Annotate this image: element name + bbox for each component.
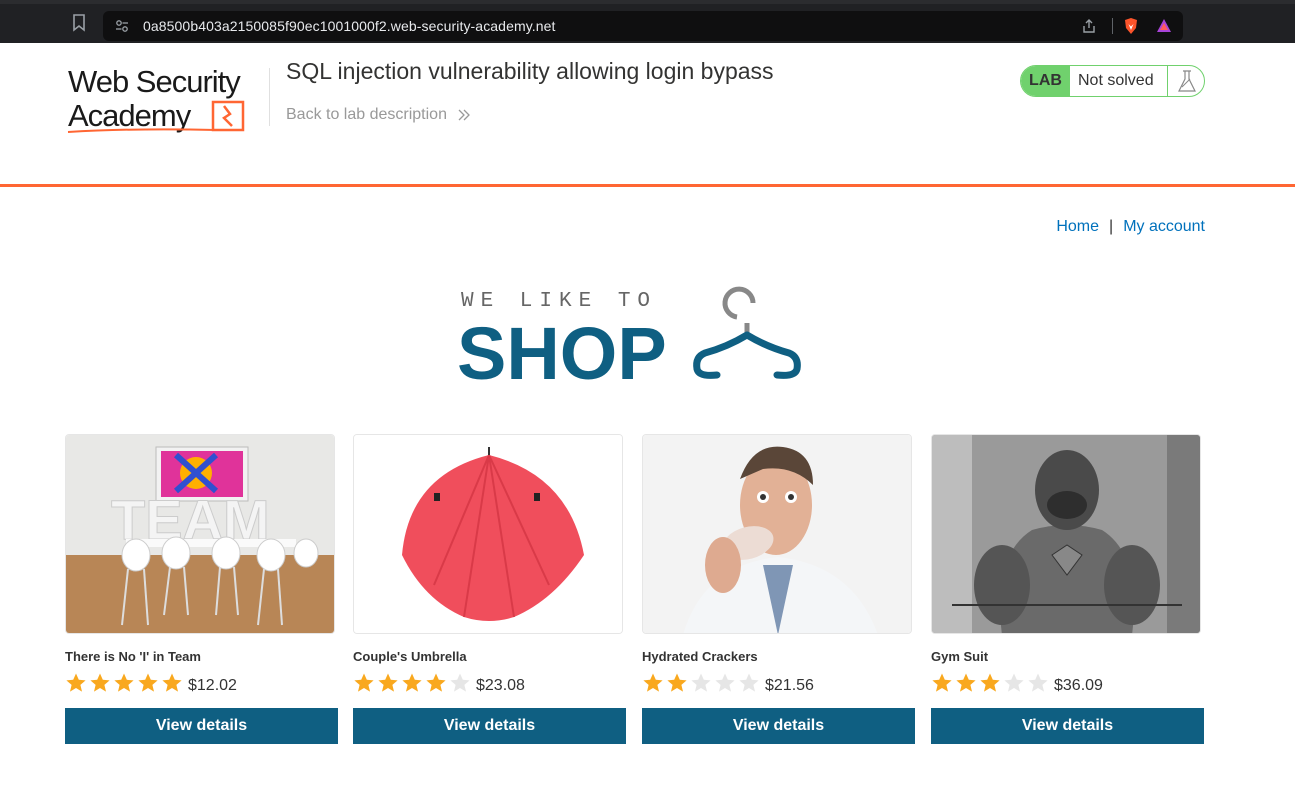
browser-toolbar: 0a8500b403a2150085f90ec1001000f2.web-sec… xyxy=(0,0,1295,43)
back-link-label: Back to lab description xyxy=(286,106,447,123)
logo-divider xyxy=(269,68,270,126)
product-name: Couple's Umbrella xyxy=(353,649,467,664)
logo-line2: Academy xyxy=(68,98,192,133)
product-image xyxy=(642,434,912,634)
view-details-button[interactable]: View details xyxy=(642,708,915,744)
site-settings-icon[interactable] xyxy=(115,19,129,33)
share-icon[interactable] xyxy=(1081,18,1097,34)
banner-word: SHOP xyxy=(457,312,667,385)
star-filled-icon xyxy=(114,673,134,692)
product-rating-row: $36.09 xyxy=(931,669,1204,697)
header-divider xyxy=(0,184,1295,187)
product-rating-row: $21.56 xyxy=(642,669,915,697)
brave-rewards-icon[interactable] xyxy=(1155,17,1173,35)
double-chevron-right-icon xyxy=(458,109,471,121)
star-filled-icon xyxy=(426,673,446,692)
lab-tag: LAB xyxy=(1021,66,1070,96)
flask-icon-box xyxy=(1167,66,1204,96)
brave-shields-icon[interactable] xyxy=(1122,17,1140,35)
star-filled-icon xyxy=(402,673,422,692)
product-name: Gym Suit xyxy=(931,649,989,664)
star-rating xyxy=(931,672,1051,694)
star-empty-icon xyxy=(1028,673,1048,692)
product-card: TEAM There is No 'I' in Team $12.02 View… xyxy=(65,434,338,744)
star-rating xyxy=(642,672,762,694)
bookmark-icon[interactable] xyxy=(72,14,86,32)
nav-my-account-link[interactable]: My account xyxy=(1123,218,1205,235)
address-bar[interactable]: 0a8500b403a2150085f90ec1001000f2.web-sec… xyxy=(103,11,1183,41)
logo-line1: Web Security xyxy=(68,64,241,99)
star-filled-icon xyxy=(138,673,158,692)
product-card: Gym Suit $36.09 View details xyxy=(931,434,1204,744)
star-empty-icon xyxy=(739,673,759,692)
banner-tagline: WE LIKE TO xyxy=(461,290,657,313)
top-nav: Home | My account xyxy=(1056,218,1205,236)
product-image xyxy=(353,434,623,634)
nav-separator: | xyxy=(1109,218,1114,235)
product-image: TEAM xyxy=(65,434,335,634)
star-empty-icon xyxy=(450,673,470,692)
lab-status-text: Not solved xyxy=(1078,72,1154,89)
star-rating xyxy=(65,672,185,694)
lab-title: SQL injection vulnerability allowing log… xyxy=(286,58,774,84)
star-filled-icon xyxy=(162,673,182,692)
product-card: Couple's Umbrella $23.08 View details xyxy=(353,434,626,744)
product-price: $36.09 xyxy=(1054,676,1103,694)
flask-icon xyxy=(1178,70,1196,92)
star-filled-icon xyxy=(378,673,398,692)
star-empty-icon xyxy=(691,673,711,692)
star-filled-icon xyxy=(932,673,952,692)
product-price: $21.56 xyxy=(765,676,814,694)
star-rating xyxy=(353,672,473,694)
product-rating-row: $23.08 xyxy=(353,669,626,697)
star-filled-icon xyxy=(980,673,1000,692)
product-rating-row: $12.02 xyxy=(65,669,338,697)
star-empty-icon xyxy=(715,673,735,692)
product-price: $12.02 xyxy=(188,676,237,694)
view-details-button[interactable]: View details xyxy=(353,708,626,744)
star-empty-icon xyxy=(1004,673,1024,692)
view-details-button[interactable]: View details xyxy=(65,708,338,744)
web-security-academy-logo[interactable]: Web Security Academy xyxy=(66,64,271,136)
star-filled-icon xyxy=(90,673,110,692)
product-price: $23.08 xyxy=(476,676,525,694)
product-name: There is No 'I' in Team xyxy=(65,649,201,664)
product-name: Hydrated Crackers xyxy=(642,649,758,664)
product-card: Hydrated Crackers $21.56 View details xyxy=(642,434,915,744)
star-filled-icon xyxy=(354,673,374,692)
lab-status-badge: LAB Not solved xyxy=(1020,65,1205,97)
url-text: 0a8500b403a2150085f90ec1001000f2.web-sec… xyxy=(143,18,556,34)
we-like-to-shop-banner: WE LIKE TO SHOP xyxy=(457,286,801,385)
view-details-button[interactable]: View details xyxy=(931,708,1204,744)
star-filled-icon xyxy=(643,673,663,692)
star-filled-icon xyxy=(667,673,687,692)
nav-home-link[interactable]: Home xyxy=(1056,218,1099,235)
back-to-lab-link[interactable]: Back to lab description xyxy=(286,106,471,124)
product-image xyxy=(931,434,1201,634)
star-filled-icon xyxy=(66,673,86,692)
star-filled-icon xyxy=(956,673,976,692)
hanger-icon xyxy=(693,286,801,379)
toolbar-divider xyxy=(1112,18,1113,34)
